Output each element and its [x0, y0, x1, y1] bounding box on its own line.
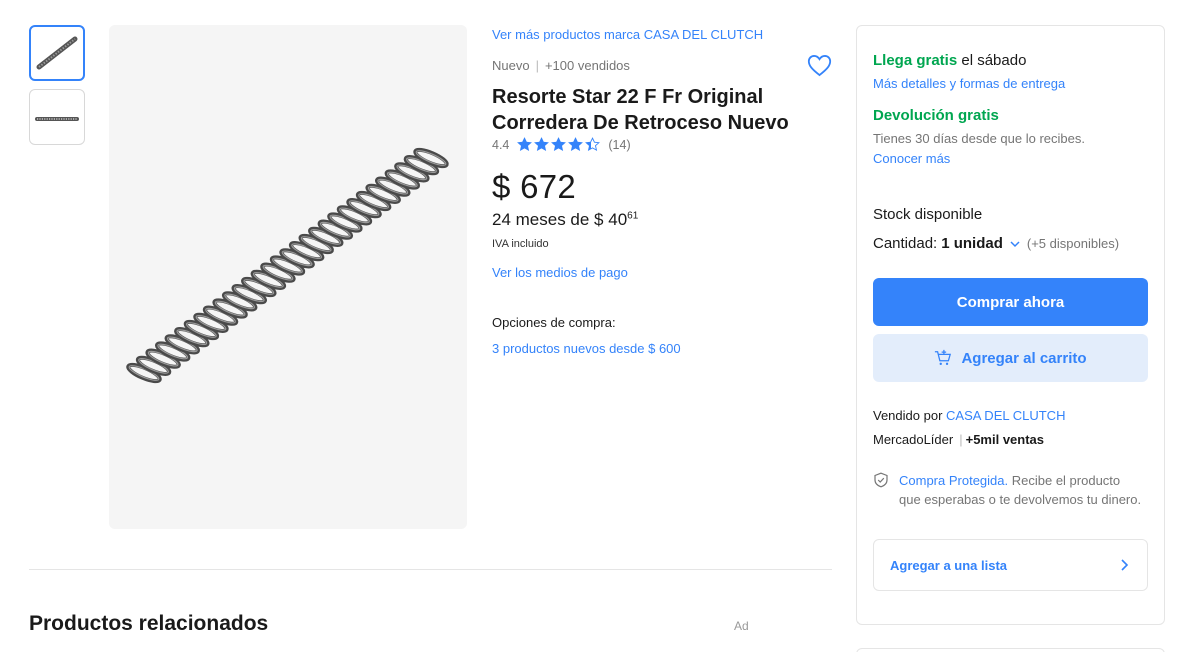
- purchase-options-link[interactable]: 3 productos nuevos desde $ 600: [492, 341, 681, 356]
- shipping-details-link[interactable]: Más detalles y formas de entrega: [873, 76, 1065, 91]
- chevron-down-icon: [1010, 240, 1020, 247]
- free-shipping-label: Llega gratis: [873, 52, 958, 69]
- installments: 24 meses de $ 4061: [492, 210, 638, 230]
- purchase-options-label: Opciones de compra:: [492, 315, 616, 330]
- add-to-list-label: Agregar a una lista: [890, 557, 1008, 573]
- quantity-value: 1 unidad: [941, 235, 1003, 252]
- rating[interactable]: 4.4 (14): [492, 137, 631, 152]
- buy-box-next: [856, 648, 1165, 652]
- spring-thumbnail-image: [36, 36, 78, 70]
- add-to-cart-button[interactable]: Agregar al carrito: [873, 334, 1148, 382]
- ad-label: Ad: [734, 619, 749, 633]
- separator: |: [959, 432, 963, 447]
- shipping-day: el sábado: [957, 52, 1027, 69]
- add-to-cart-label: Agregar al carrito: [961, 349, 1087, 367]
- thumbnail-1[interactable]: [29, 25, 85, 81]
- seller-sales: +5mil ventas: [965, 432, 1045, 447]
- sold-count: +100 vendidos: [544, 58, 630, 73]
- purchase-protection: Compra Protegida. Recibe el producto que…: [899, 471, 1144, 509]
- returns-description: Tienes 30 días desde que lo recibes.: [873, 131, 1085, 146]
- mercadolider-badge: MercadoLíder: [873, 432, 954, 447]
- seller-reputation: MercadoLíder | +5mil ventas: [873, 432, 1044, 447]
- buy-now-button[interactable]: Comprar ahora: [873, 278, 1148, 326]
- stock-status: Stock disponible: [873, 206, 983, 223]
- brand-link[interactable]: Ver más productos marca CASA DEL CLUTCH: [492, 27, 763, 42]
- product-image-gallery[interactable]: [109, 25, 467, 529]
- separator: |: [535, 58, 539, 73]
- seller-link[interactable]: CASA DEL CLUTCH: [946, 408, 1065, 423]
- protected-purchase-link[interactable]: Compra Protegida.: [899, 473, 1008, 488]
- star-icon: [551, 137, 567, 152]
- quantity-label: Cantidad:: [873, 235, 938, 252]
- condition-label: Nuevo: [492, 58, 530, 73]
- star-icon: [568, 137, 584, 152]
- cart-add-icon: [935, 349, 952, 366]
- shield-check-icon: [874, 472, 888, 488]
- returns-learn-more-link[interactable]: Conocer más: [873, 151, 950, 166]
- rating-value: 4.4: [492, 137, 510, 152]
- quantity-available: (+5 disponibles): [1026, 236, 1120, 251]
- rating-stars: [517, 137, 602, 152]
- star-icon: [534, 137, 550, 152]
- star-icon: [517, 137, 533, 152]
- payment-methods-link[interactable]: Ver los medios de pago: [492, 265, 628, 280]
- installments-amount: 24 meses de $ 40: [492, 210, 628, 229]
- installments-cents: 61: [627, 210, 639, 222]
- product-page: Ver más productos marca CASA DEL CLUTCH …: [0, 0, 1191, 652]
- spring-thumbnail-image: [35, 117, 79, 121]
- price: $ 672: [492, 168, 577, 205]
- rating-count: (14): [608, 137, 631, 152]
- spring-product-image: [126, 147, 449, 384]
- quantity-selector[interactable]: Cantidad: 1 unidad (+5 disponibles): [873, 235, 1119, 252]
- heart-icon[interactable]: [806, 52, 833, 79]
- product-subtitle: Nuevo | +100 vendidos: [492, 58, 630, 73]
- product-title: Resorte Star 22 F Fr Original Corredera …: [492, 86, 789, 134]
- free-returns-title: Devolución gratis: [873, 107, 999, 124]
- thumbnail-2[interactable]: [29, 89, 85, 145]
- add-to-list-button[interactable]: Agregar a una lista: [873, 539, 1148, 591]
- iva-label: IVA incluido: [492, 238, 549, 250]
- star-icon: [585, 137, 601, 152]
- seller-info: Vendido por CASA DEL CLUTCH: [873, 408, 1065, 423]
- shipping-info: Llega gratis el sábado: [873, 52, 1026, 69]
- chevron-right-icon: [1121, 559, 1129, 571]
- seller-prefix: Vendido por: [873, 408, 947, 423]
- related-products-title: Productos relacionados: [29, 612, 269, 635]
- divider: [29, 569, 832, 570]
